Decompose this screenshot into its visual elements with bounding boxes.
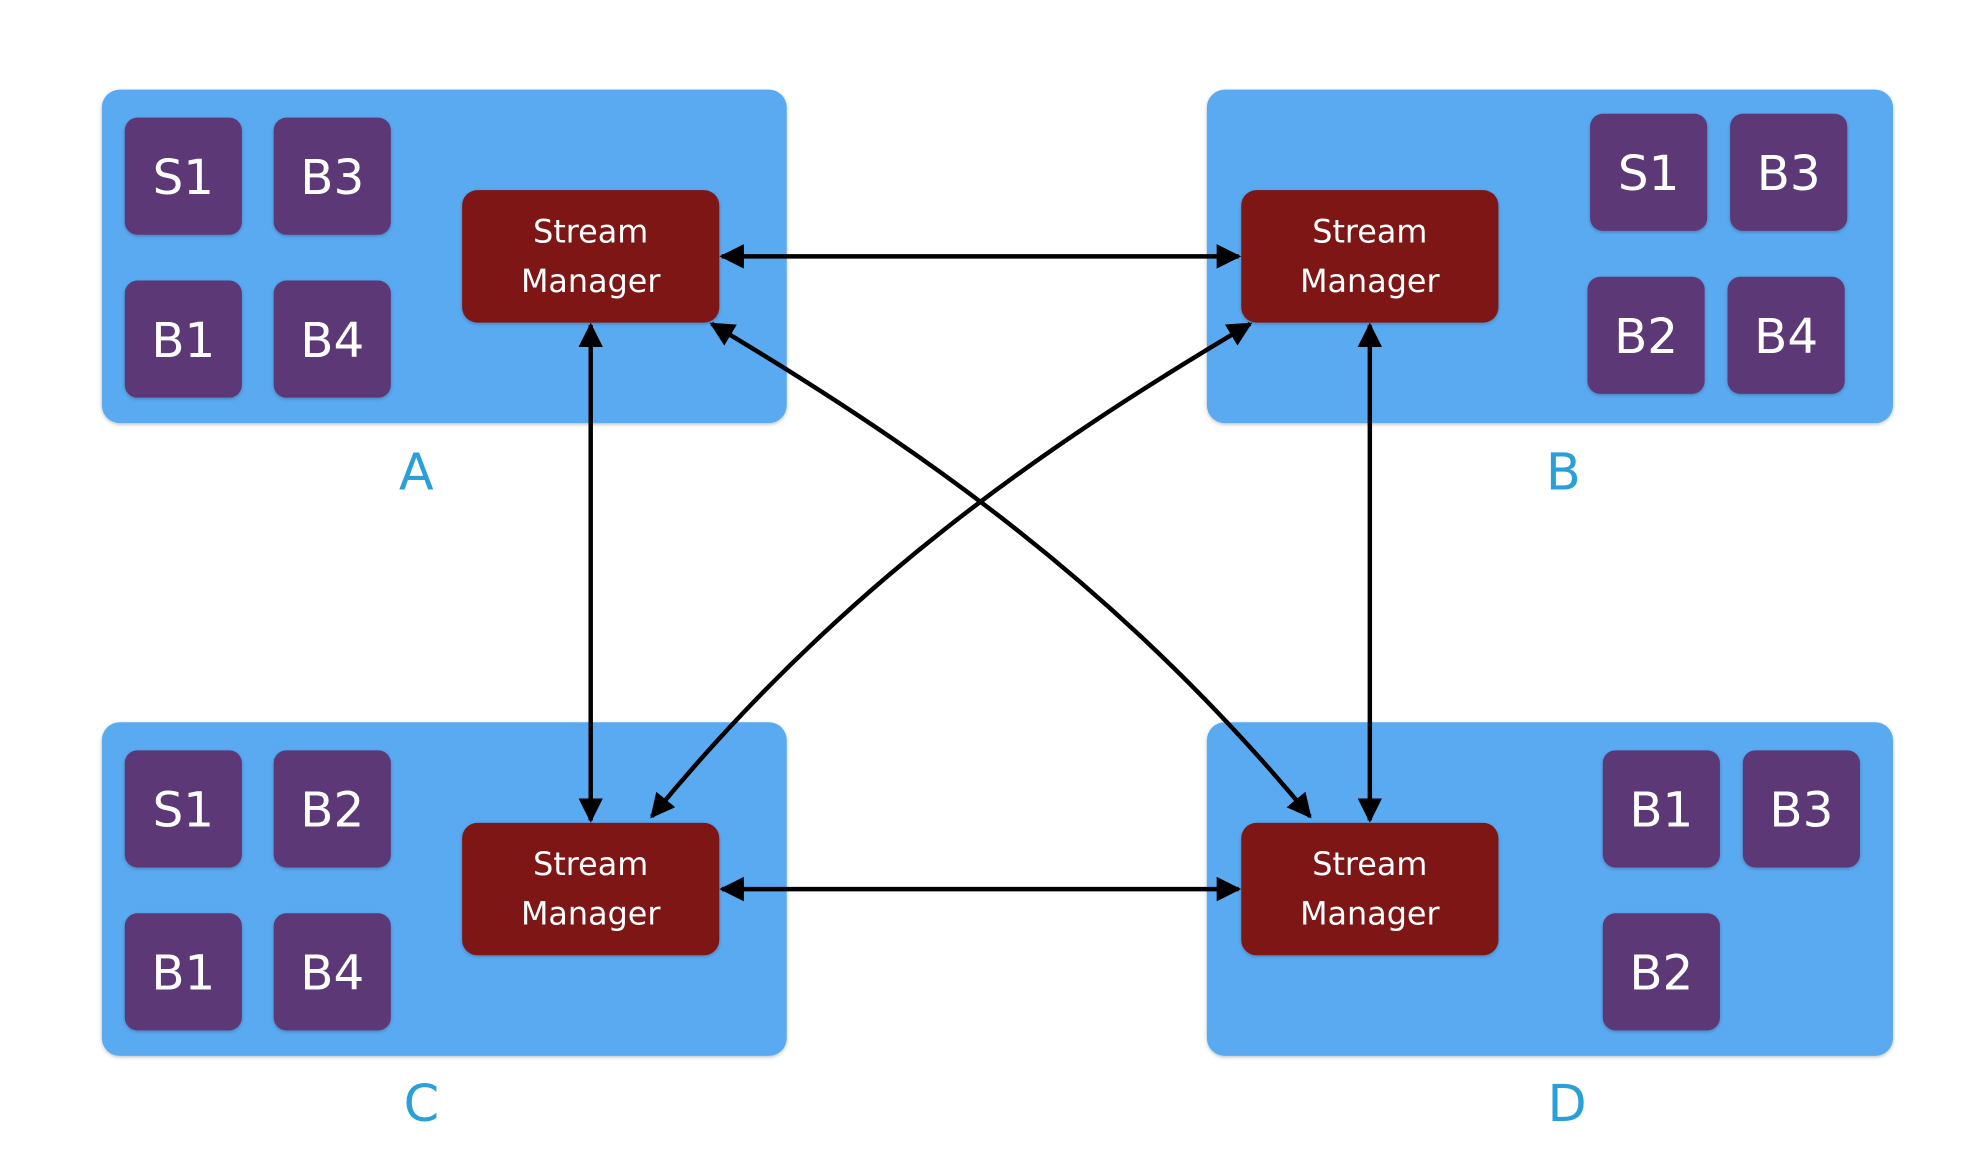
host-label: A	[399, 443, 434, 502]
topology-diagram: A S1 B3 B1 B4 Stream Manager B S1 B3 B2 B4 Stream Man…	[101, 89, 1894, 1134]
host-a: A S1 B3 B1 B4 Stream Manager	[101, 89, 787, 502]
stream-manager: Stream Manager	[1241, 822, 1499, 956]
host-label: B	[1546, 443, 1581, 502]
stream-manager-box	[462, 822, 720, 956]
task-label: S1	[1618, 146, 1679, 202]
host-label: C	[404, 1075, 440, 1134]
task-b1: B1	[1602, 750, 1720, 868]
host-d: D B1 B3 B2 Stream Manager	[1206, 722, 1894, 1134]
task-b4: B4	[273, 280, 391, 398]
task-label: S1	[153, 150, 214, 206]
stream-manager-box	[1241, 822, 1499, 956]
stream-manager: Stream Manager	[462, 822, 720, 956]
host-b: B S1 B3 B2 B4 Stream Manager	[1206, 89, 1894, 502]
task-b3: B3	[1742, 750, 1860, 868]
task-b4: B4	[1727, 276, 1845, 394]
task-label: B1	[151, 946, 215, 1002]
stream-manager-label-line2: Manager	[521, 895, 661, 933]
stream-manager-label-line2: Manager	[1300, 262, 1440, 300]
host-label: D	[1548, 1075, 1587, 1134]
task-label: B1	[1629, 783, 1693, 839]
stream-manager: Stream Manager	[1241, 190, 1499, 323]
task-b3: B3	[273, 117, 391, 235]
stream-manager: Stream Manager	[462, 190, 720, 323]
task-label: S1	[153, 783, 214, 839]
task-b2: B2	[1602, 913, 1720, 1031]
task-label: B4	[300, 946, 364, 1002]
task-label: B2	[1614, 309, 1678, 365]
task-label: B4	[300, 313, 364, 369]
stream-manager-box	[462, 190, 720, 323]
stream-manager-label-line1: Stream	[533, 212, 648, 250]
task-b2: B2	[273, 750, 391, 868]
task-label: B3	[300, 150, 364, 206]
task-s1: S1	[124, 750, 242, 868]
task-b4: B4	[273, 913, 391, 1031]
task-b1: B1	[124, 280, 242, 398]
stream-manager-label-line2: Manager	[521, 262, 661, 300]
stream-manager-label-line1: Stream	[1312, 212, 1427, 250]
task-label: B4	[1754, 309, 1818, 365]
task-b2: B2	[1587, 276, 1705, 394]
task-label: B2	[300, 783, 364, 839]
task-s1: S1	[124, 117, 242, 235]
task-b1: B1	[124, 913, 242, 1031]
stream-manager-box	[1241, 190, 1499, 323]
stream-manager-label-line2: Manager	[1300, 895, 1440, 933]
task-b3: B3	[1730, 113, 1848, 231]
task-label: B1	[151, 313, 215, 369]
task-label: B3	[1757, 146, 1821, 202]
stream-manager-label-line1: Stream	[533, 845, 648, 883]
stream-manager-label-line1: Stream	[1312, 845, 1427, 883]
host-c: C S1 B2 B1 B4 Stream Manager	[101, 722, 787, 1134]
task-label: B3	[1769, 783, 1833, 839]
task-s1: S1	[1590, 113, 1708, 231]
task-label: B2	[1629, 946, 1693, 1002]
